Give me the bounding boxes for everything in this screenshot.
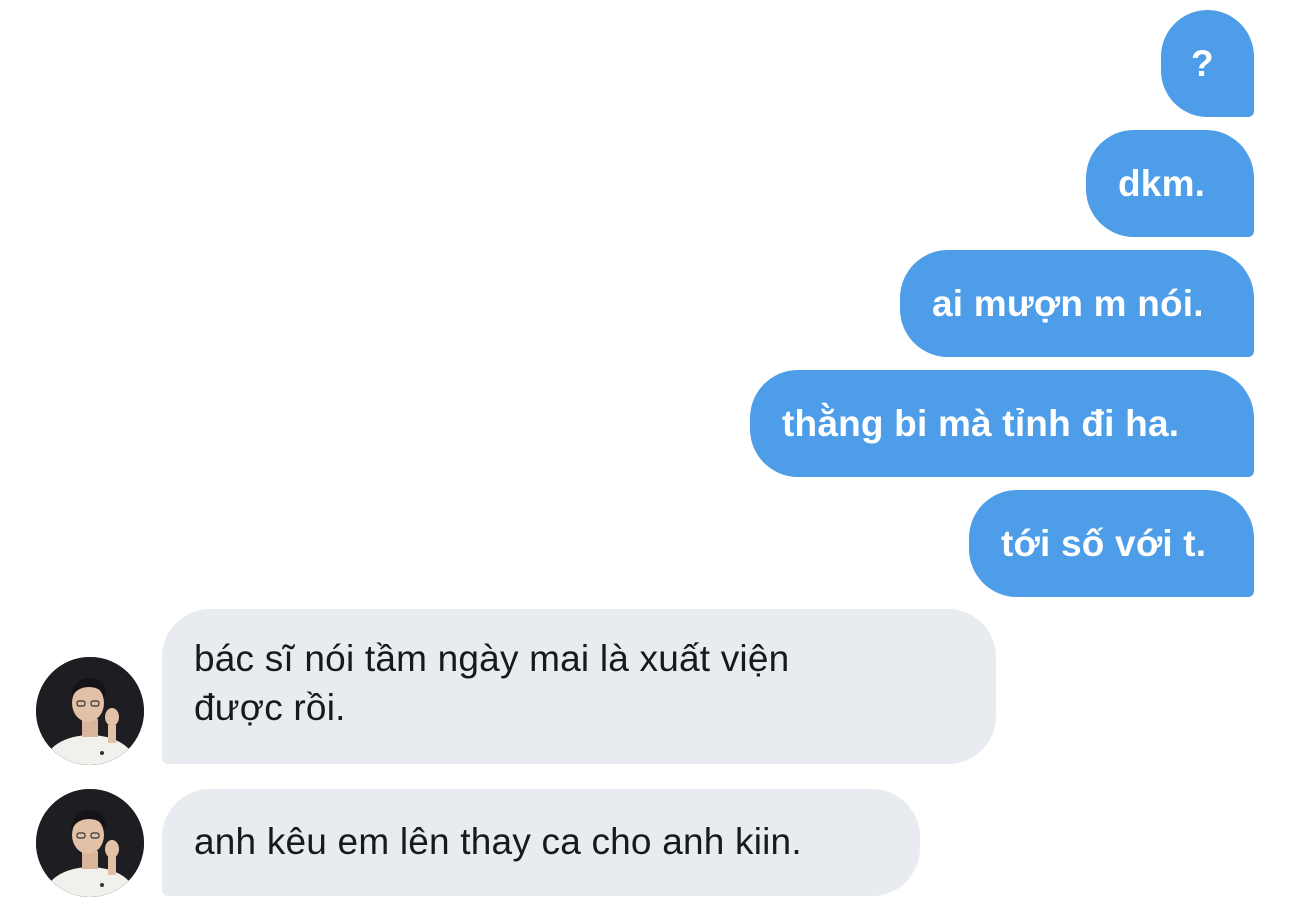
contact-avatar[interactable]: [36, 657, 144, 765]
avatar-photo-icon: [36, 789, 144, 897]
avatar-photo-icon: [36, 657, 144, 765]
message-row-received: bác sĩ nói tầm ngày mai là xuất viện đượ…: [162, 609, 996, 764]
message-row-sent: thằng bi mà tỉnh đi ha.: [750, 370, 1254, 477]
message-text: ai mượn m nói.: [932, 283, 1204, 324]
sent-message-bubble[interactable]: tới số với t.: [969, 490, 1254, 597]
message-row-sent: ai mượn m nói.: [900, 250, 1254, 357]
message-text: tới số với t.: [1001, 523, 1207, 564]
message-text: dkm.: [1118, 163, 1206, 204]
message-row-sent: ?: [1161, 10, 1254, 117]
message-text: ?: [1191, 43, 1214, 84]
message-row-sent: tới số với t.: [969, 490, 1254, 597]
message-row-sent: dkm.: [1086, 130, 1254, 237]
message-text-line: bác sĩ nói tầm ngày mai là xuất viện: [194, 638, 790, 679]
message-row-received: anh kêu em lên thay ca cho anh kiin.: [162, 789, 920, 896]
message-text: anh kêu em lên thay ca cho anh kiin.: [194, 821, 802, 862]
sent-message-bubble[interactable]: dkm.: [1086, 130, 1254, 237]
message-text-line: được rồi.: [194, 687, 346, 728]
sent-message-bubble[interactable]: ?: [1161, 10, 1254, 117]
chat-thread: ? dkm. ai mượn m nói. thằng bi mà tỉnh đ…: [0, 0, 1290, 911]
message-text: thằng bi mà tỉnh đi ha.: [782, 403, 1180, 444]
contact-avatar[interactable]: [36, 789, 144, 897]
received-message-bubble[interactable]: bác sĩ nói tầm ngày mai là xuất viện đượ…: [162, 609, 996, 764]
received-message-bubble[interactable]: anh kêu em lên thay ca cho anh kiin.: [162, 789, 920, 896]
sent-message-bubble[interactable]: ai mượn m nói.: [900, 250, 1254, 357]
sent-message-bubble[interactable]: thằng bi mà tỉnh đi ha.: [750, 370, 1254, 477]
